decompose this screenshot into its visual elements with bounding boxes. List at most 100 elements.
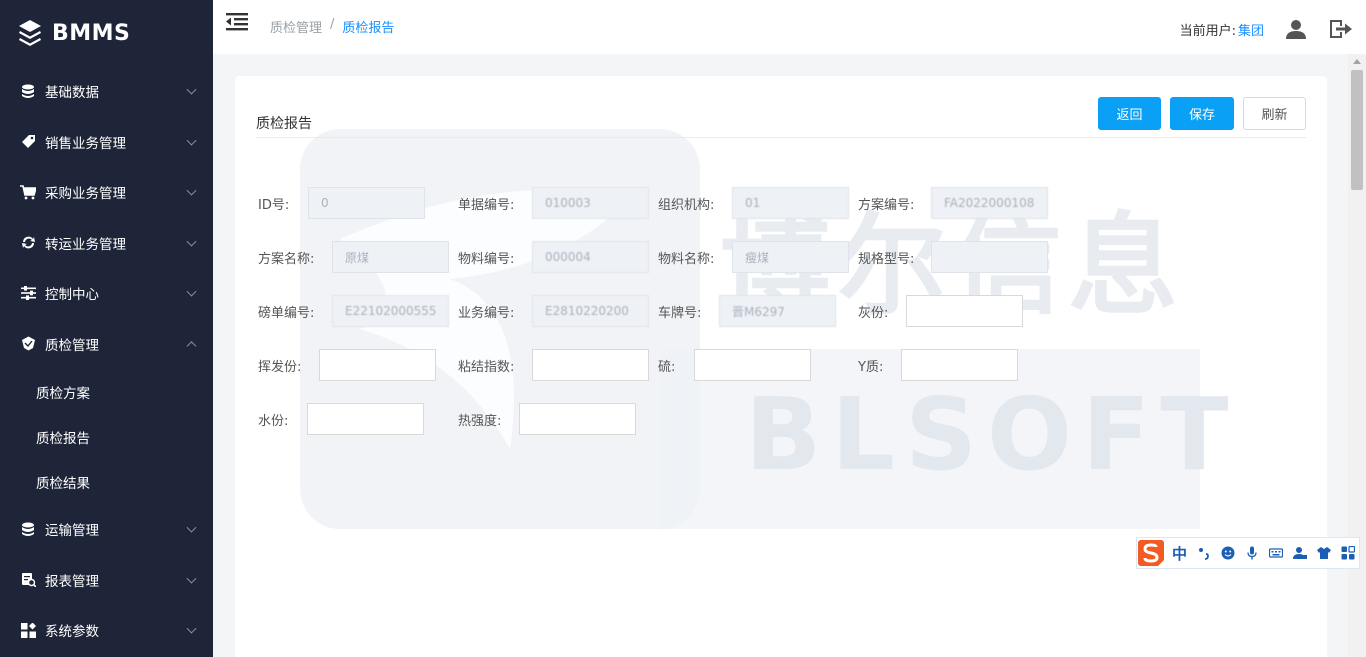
- sidebar-item-label: 控制中心: [45, 287, 99, 304]
- chevron-down-icon: [186, 84, 197, 95]
- breadcrumb-separator: /: [330, 17, 335, 32]
- weigh-no-label: 磅单编号:: [258, 306, 315, 321]
- material-name-field[interactable]: 瘦煤: [732, 241, 849, 273]
- thermal-label: 热强度:: [458, 414, 502, 429]
- scheme-no-label: 方案编号:: [858, 198, 915, 213]
- scheme-no-field[interactable]: FA2022000108: [931, 187, 1048, 219]
- sidebar-menu-lower: 运输管理 报表管理 系统参数: [0, 504, 213, 656]
- sidebar-item-quality[interactable]: 质检管理: [0, 319, 213, 370]
- caking-label: 粘结指数:: [458, 360, 515, 375]
- sulfur-input[interactable]: [694, 349, 811, 381]
- ash-input[interactable]: [906, 295, 1023, 327]
- chevron-down-icon: [186, 286, 197, 297]
- plate-label: 车牌号:: [658, 306, 702, 321]
- business-no-field[interactable]: E2810220200: [532, 295, 649, 327]
- caking-input[interactable]: [532, 349, 649, 381]
- id-label: ID号:: [258, 198, 290, 213]
- weigh-no-field[interactable]: E22102000555: [332, 295, 449, 327]
- card-title: 质检报告: [256, 116, 312, 132]
- sidebar-item-reports[interactable]: 报表管理: [0, 555, 213, 606]
- ime-mode-chinese[interactable]: 中: [1172, 543, 1187, 564]
- sidebar-item-label: 采购业务管理: [45, 186, 126, 203]
- sidebar-item-label: 运输管理: [45, 523, 99, 540]
- moisture-input[interactable]: [307, 403, 424, 435]
- grid-icon: [20, 622, 36, 638]
- quality-submenu: 质检方案 质检报告 质检结果: [0, 369, 213, 504]
- volatile-label: 挥发份:: [258, 360, 302, 375]
- chevron-down-icon: [186, 185, 197, 196]
- scroll-up-arrow-icon[interactable]: [1353, 59, 1361, 64]
- sliders-icon: [20, 285, 36, 301]
- chevron-down-icon: [186, 236, 197, 247]
- y-input[interactable]: [901, 349, 1018, 381]
- id-field[interactable]: 0: [308, 187, 425, 219]
- volatile-input[interactable]: [319, 349, 436, 381]
- plate-field[interactable]: 晋M6297: [719, 295, 836, 327]
- sidebar-item-label: 转运业务管理: [45, 236, 126, 253]
- brand-name: BMMS: [52, 20, 131, 46]
- user-account-icon[interactable]: [1293, 546, 1308, 560]
- database-icon: [20, 521, 36, 537]
- user-box: 当前用户: 集团: [1180, 14, 1366, 44]
- sidebar-item-transfer[interactable]: 转运业务管理: [0, 218, 213, 269]
- sidebar-item-label: 基础数据: [45, 85, 99, 102]
- y-label: Y质:: [858, 360, 884, 375]
- tag-icon: [20, 134, 36, 150]
- sidebar-item-sales[interactable]: 销售业务管理: [0, 117, 213, 168]
- save-button[interactable]: 保存: [1170, 97, 1234, 130]
- toolbox-grid-icon[interactable]: [1341, 546, 1356, 560]
- business-no-label: 业务编号:: [458, 306, 515, 321]
- card-header: 质检报告 返回 保存 刷新: [256, 96, 1306, 138]
- back-button[interactable]: 返回: [1098, 97, 1161, 130]
- menu-toggle-icon[interactable]: [226, 12, 248, 32]
- skin-shirt-icon[interactable]: [1317, 546, 1332, 560]
- sidebar-menu: 基础数据 销售业务管理 采购业务管理 转运业务管理 控制中心 质检管理: [0, 66, 213, 369]
- sidebar-subitem-quality-report[interactable]: 质检报告: [0, 414, 213, 459]
- chevron-down-icon: [186, 623, 197, 634]
- sidebar-item-label: 系统参数: [45, 624, 99, 641]
- punctuation-icon[interactable]: [1197, 546, 1211, 560]
- material-name-label: 物料名称:: [658, 252, 715, 267]
- org-label: 组织机构:: [658, 198, 715, 213]
- logout-icon[interactable]: [1330, 19, 1352, 39]
- sidebar-item-control-center[interactable]: 控制中心: [0, 268, 213, 319]
- material-no-field[interactable]: 000004: [532, 241, 649, 273]
- emoji-icon[interactable]: [1221, 546, 1235, 560]
- scheme-name-field[interactable]: 原煤: [332, 241, 449, 273]
- doc-no-label: 单据编号:: [458, 198, 515, 213]
- material-no-label: 物料编号:: [458, 252, 515, 267]
- keyboard-icon[interactable]: [1269, 546, 1284, 560]
- sidebar-subitem-quality-result[interactable]: 质检结果: [0, 459, 213, 504]
- sidebar-item-label: 报表管理: [45, 573, 99, 590]
- breadcrumb-parent[interactable]: 质检管理: [270, 17, 322, 36]
- ime-toolbar: 中: [1136, 537, 1360, 569]
- current-user-label: 当前用户:: [1179, 23, 1236, 39]
- spec-field[interactable]: [931, 241, 1048, 273]
- org-field[interactable]: 01: [732, 187, 849, 219]
- inspection-icon: [20, 336, 36, 352]
- brand[interactable]: BMMS: [0, 0, 213, 66]
- thermal-input[interactable]: [519, 403, 636, 435]
- ash-label: 灰份:: [858, 306, 889, 321]
- chevron-down-icon: [186, 135, 197, 146]
- user-icon[interactable]: [1286, 19, 1306, 39]
- sidebar-item-system-params[interactable]: 系统参数: [0, 605, 213, 656]
- microphone-icon[interactable]: [1245, 546, 1259, 560]
- chevron-down-icon: [186, 573, 197, 584]
- layers-logo-icon: [19, 20, 41, 46]
- report-icon: [20, 572, 36, 588]
- sidebar-item-purchase[interactable]: 采购业务管理: [0, 167, 213, 218]
- sidebar-subitem-quality-scheme[interactable]: 质检方案: [0, 369, 213, 414]
- cart-icon: [20, 184, 36, 200]
- spec-label: 规格型号:: [858, 252, 915, 267]
- sogou-logo-icon[interactable]: [1136, 538, 1166, 568]
- refresh-button[interactable]: 刷新: [1243, 97, 1306, 130]
- doc-no-field[interactable]: 010003: [532, 187, 649, 219]
- sidebar-item-basic-data[interactable]: 基础数据: [0, 66, 213, 117]
- moisture-label: 水份:: [258, 414, 289, 429]
- sidebar-item-label: 质检管理: [45, 337, 99, 354]
- breadcrumb: 质检管理 / 质检报告: [270, 17, 394, 36]
- current-user-name[interactable]: 集团: [1238, 20, 1264, 39]
- sidebar-item-transport[interactable]: 运输管理: [0, 504, 213, 555]
- scrollbar-thumb[interactable]: [1351, 70, 1363, 190]
